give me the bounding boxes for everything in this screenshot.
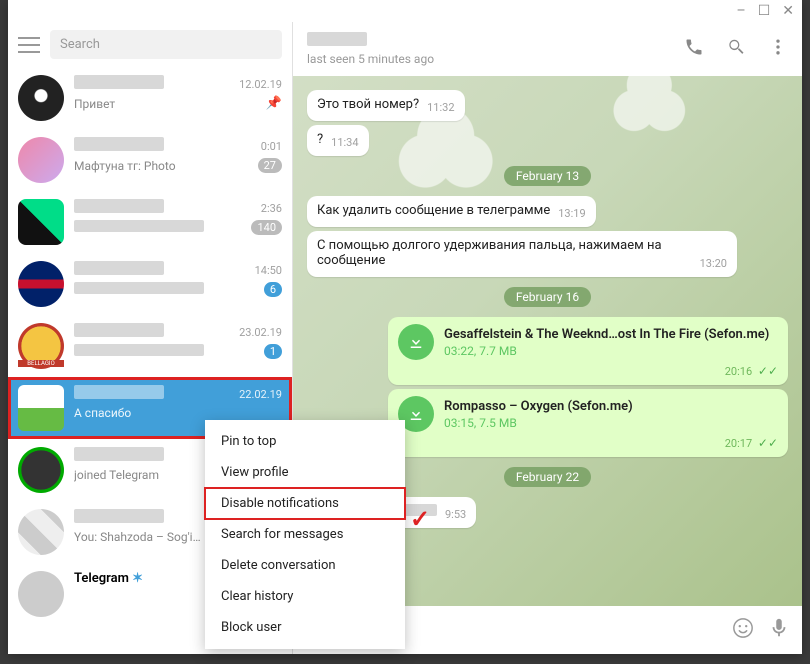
read-checks-icon: ✓✓ xyxy=(758,364,778,378)
download-icon[interactable] xyxy=(398,324,434,360)
chat-preview: А спасибо xyxy=(74,406,131,420)
audio-title: Rompasso – Oxygen (Sefon.me) xyxy=(444,399,778,414)
mic-icon[interactable] xyxy=(768,617,790,643)
context-menu-item[interactable]: Block user xyxy=(205,612,405,643)
call-icon[interactable] xyxy=(684,37,704,61)
pin-icon: 📌 xyxy=(266,96,282,111)
avatar xyxy=(18,509,64,555)
chat-preview xyxy=(74,220,204,235)
chat-header: last seen 5 minutes ago xyxy=(293,22,802,76)
chat-preview xyxy=(74,282,204,297)
context-menu-item[interactable]: Clear history xyxy=(205,581,405,612)
unread-badge: 6 xyxy=(264,282,282,297)
avatar xyxy=(18,323,64,369)
titlebar: – ☐ ✕ xyxy=(8,0,802,22)
chat-list-item[interactable]: 23.02.19 1 xyxy=(8,315,292,377)
chat-title xyxy=(307,32,670,50)
context-menu-item[interactable]: Pin to top xyxy=(205,426,405,457)
message-incoming[interactable]: ?11:34 xyxy=(307,125,788,156)
chat-date: 2:36 xyxy=(261,202,282,215)
chat-name xyxy=(74,137,164,155)
chat-name xyxy=(74,323,164,341)
context-menu-item[interactable]: Delete conversation xyxy=(205,550,405,581)
avatar xyxy=(18,261,64,307)
date-separator: February 13 xyxy=(504,166,591,186)
search-icon[interactable] xyxy=(726,37,746,61)
read-checks-icon: ✓✓ xyxy=(758,436,778,450)
unread-badge: 27 xyxy=(258,158,282,173)
chat-name xyxy=(74,199,164,217)
close-icon[interactable]: ✕ xyxy=(782,3,794,19)
chat-list-item[interactable]: 12.02.19 Привет 📌 xyxy=(8,67,292,129)
message-time: 11:32 xyxy=(427,101,454,114)
chat-list-item[interactable]: 14:50 6 xyxy=(8,253,292,315)
emoji-icon[interactable] xyxy=(732,617,754,643)
message-incoming[interactable]: Как удалить сообщение в телеграмме13:19 xyxy=(307,196,788,227)
message-incoming[interactable]: Это твой номер?11:32 xyxy=(307,90,788,121)
search-input[interactable]: Search xyxy=(50,30,282,59)
message-outgoing-audio[interactable]: Gesaffelstein & The Weeknd…ost In The Fi… xyxy=(307,317,788,385)
avatar xyxy=(18,385,64,431)
avatar xyxy=(18,199,64,245)
app-window: – ☐ ✕ Search 12.02.19 Привет 📌 xyxy=(8,0,802,654)
message-time: 13:19 xyxy=(558,207,585,220)
audio-meta: 03:15, 7.5 MB xyxy=(444,416,778,430)
context-menu-item[interactable]: View profile xyxy=(205,457,405,488)
chat-name xyxy=(74,509,164,527)
chat-date: 22.02.19 xyxy=(239,388,282,401)
menu-icon[interactable] xyxy=(18,37,40,53)
chat-preview xyxy=(74,344,204,359)
date-separator: February 16 xyxy=(504,287,591,307)
chat-preview: You: Shahzoda – Sog'i… xyxy=(74,530,201,544)
message-time: 20:17 xyxy=(725,437,752,450)
chat-name xyxy=(74,75,164,93)
chat-name xyxy=(74,447,164,465)
context-menu-item[interactable]: Search for messages xyxy=(205,519,405,550)
chat-name xyxy=(74,261,164,279)
chat-date: 12.02.19 xyxy=(239,78,282,91)
avatar xyxy=(18,137,64,183)
message-incoming[interactable]: С помощью долгого удерживания пальца, на… xyxy=(307,231,788,277)
chat-date: 14:50 xyxy=(255,264,282,277)
minimize-icon[interactable]: – xyxy=(737,3,746,19)
message-time: 13:20 xyxy=(700,257,727,270)
chat-name: Telegram ✶ xyxy=(74,571,143,586)
avatar xyxy=(18,571,64,617)
chat-preview: joined Telegram xyxy=(74,468,159,482)
unread-badge: 1 xyxy=(264,344,282,359)
context-menu-item[interactable]: Disable notifications xyxy=(205,488,405,519)
chat-date: 23.02.19 xyxy=(239,326,282,339)
chat-preview: Мафтуна тг: Photo xyxy=(74,159,176,173)
chat-name xyxy=(74,385,164,403)
audio-title: Gesaffelstein & The Weeknd…ost In The Fi… xyxy=(444,327,778,342)
chat-list-item[interactable]: 0:01 Мафтуна тг: Photo 27 xyxy=(8,129,292,191)
date-separator: February 22 xyxy=(504,467,591,487)
chat-status: last seen 5 minutes ago xyxy=(307,52,670,66)
chat-list-item[interactable]: 2:36 140 xyxy=(8,191,292,253)
verified-icon: ✶ xyxy=(132,571,143,586)
message-time: 20:16 xyxy=(725,365,752,378)
avatar xyxy=(18,447,64,493)
unread-badge: 140 xyxy=(251,220,282,235)
audio-meta: 03:22, 7.7 MB xyxy=(444,344,778,358)
chat-context-menu: Pin to topView profileDisable notificati… xyxy=(205,420,405,649)
chat-preview: Привет xyxy=(74,97,115,111)
avatar xyxy=(18,75,64,121)
maximize-icon[interactable]: ☐ xyxy=(758,3,771,19)
message-time: 11:34 xyxy=(331,136,358,149)
chat-date: 0:01 xyxy=(261,140,282,153)
more-icon[interactable] xyxy=(768,37,788,61)
message-time: 9:53 xyxy=(445,508,466,521)
